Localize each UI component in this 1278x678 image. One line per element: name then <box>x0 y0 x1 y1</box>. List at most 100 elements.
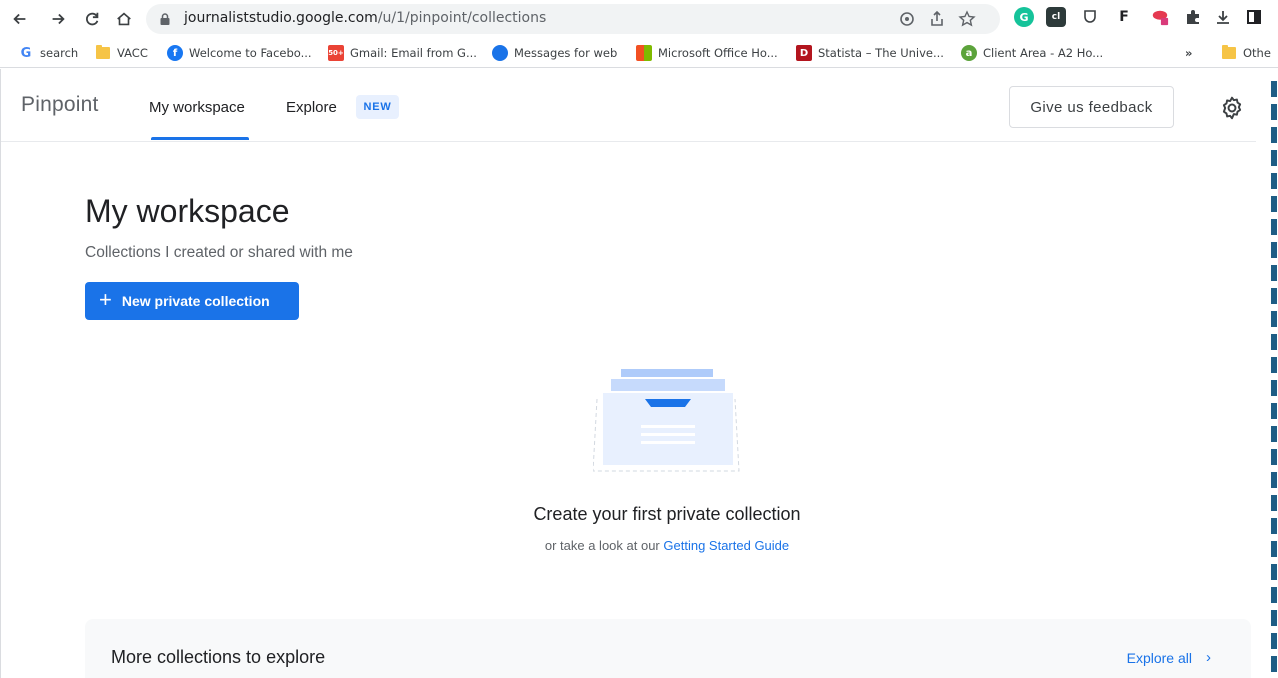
lock-icon <box>160 13 170 25</box>
edge-dash <box>1271 449 1277 465</box>
bookmarks-bar: G search VACC f Welcome to Facebo... 50+… <box>0 38 1278 68</box>
grammarly-extension[interactable]: G <box>1014 7 1034 27</box>
edge-dash <box>1271 81 1277 97</box>
messages-icon <box>492 45 508 61</box>
red-extension[interactable] <box>1150 7 1170 27</box>
bookmark-facebook[interactable]: f Welcome to Facebo... <box>167 44 312 62</box>
forward-button[interactable] <box>44 5 72 33</box>
new-badge: NEW <box>356 95 399 119</box>
edge-dash <box>1271 265 1277 281</box>
side-panel-icon <box>1247 10 1261 24</box>
a2-icon: a <box>961 45 977 61</box>
clearbit-icon: cl <box>1051 12 1061 22</box>
edge-dash <box>1271 633 1277 649</box>
explore-all-link[interactable]: Explore all › <box>1127 649 1211 666</box>
bookmark-label: VACC <box>117 46 148 60</box>
shield-icon <box>1084 10 1096 23</box>
edge-dash <box>1271 196 1277 212</box>
share-icon <box>931 10 943 26</box>
edge-dash <box>1271 127 1277 143</box>
bookmark-a2-hosting[interactable]: a Client Area - A2 Ho... <box>961 44 1103 62</box>
bookmark-label: Gmail: Email from G... <box>350 46 477 60</box>
bookmark-star-button[interactable] <box>958 10 976 28</box>
edge-dash <box>1271 403 1277 419</box>
bookmark-vacc[interactable]: VACC <box>95 44 148 62</box>
explore-collections-panel: More collections to explore Explore all … <box>85 619 1251 678</box>
side-panel-button[interactable] <box>1244 7 1264 27</box>
share-button[interactable] <box>928 10 946 28</box>
edge-dash <box>1271 219 1277 235</box>
bookmark-label: Messages for web <box>514 46 618 60</box>
edge-dash <box>1271 564 1277 580</box>
empty-state-title: Create your first private collection <box>533 504 801 524</box>
facebook-icon: f <box>167 45 183 61</box>
reload-icon <box>86 12 99 26</box>
arrow-right-icon <box>52 13 65 25</box>
folder-icon <box>95 45 111 61</box>
url-text: journaliststudio.google.com/u/1/pinpoint… <box>184 10 546 26</box>
lens-button[interactable] <box>898 10 916 28</box>
shield-extension[interactable] <box>1080 7 1100 27</box>
bookmark-statista[interactable]: D Statista – The Unive... <box>796 44 944 62</box>
home-button[interactable] <box>110 5 138 33</box>
clearbit-extension[interactable]: cl <box>1046 7 1066 27</box>
empty-archive-illustration <box>593 369 740 472</box>
star-icon <box>958 10 976 27</box>
download-icon <box>1217 11 1229 24</box>
edge-dash <box>1271 357 1277 373</box>
new-private-collection-button[interactable]: + New private collection <box>85 282 299 320</box>
bookmark-label: Statista – The Unive... <box>818 46 944 60</box>
bookmark-microsoft-office[interactable]: Microsoft Office Ho... <box>636 44 778 62</box>
active-tab-indicator <box>151 137 249 140</box>
edge-dash <box>1271 311 1277 327</box>
reload-button[interactable] <box>78 5 106 33</box>
new-collection-label: New private collection <box>121 293 270 309</box>
bookmark-messages[interactable]: Messages for web <box>492 44 617 62</box>
browser-toolbar: journaliststudio.google.com/u/1/pinpoint… <box>0 0 1278 38</box>
bookmark-label: Client Area - A2 Ho... <box>983 46 1104 60</box>
window-edge-strip <box>1256 69 1278 678</box>
overflow-label: » <box>1185 46 1193 60</box>
back-button[interactable] <box>6 5 34 33</box>
extensions-button[interactable] <box>1183 7 1203 27</box>
edge-dash <box>1271 656 1277 672</box>
edge-dash <box>1271 472 1277 488</box>
page-title: My workspace <box>85 193 290 229</box>
url-host: journaliststudio.google.com <box>184 10 378 26</box>
address-bar[interactable]: journaliststudio.google.com/u/1/pinpoint… <box>146 4 1000 34</box>
folder-icon <box>1221 45 1237 61</box>
microsoft-icon <box>636 45 652 61</box>
bookmark-gmail[interactable]: 50+ Gmail: Email from G... <box>328 44 477 62</box>
puzzle-icon <box>1187 10 1199 24</box>
edge-dash <box>1271 288 1277 304</box>
edge-dash <box>1271 104 1277 120</box>
bookmarks-overflow-button[interactable]: » <box>1185 44 1192 62</box>
other-bookmarks[interactable]: Othe <box>1221 44 1271 62</box>
edge-dash <box>1271 587 1277 603</box>
edge-dash <box>1271 242 1277 258</box>
bookmark-label: Welcome to Facebo... <box>189 46 312 60</box>
edge-dash <box>1271 426 1277 442</box>
page-subtitle: Collections I created or shared with me <box>85 244 353 261</box>
downloads-button[interactable] <box>1213 7 1233 27</box>
bookmark-label: search <box>40 46 79 60</box>
edge-dash <box>1271 380 1277 396</box>
explore-heading: More collections to explore <box>111 647 326 667</box>
tab-explore[interactable]: Explore <box>286 99 337 116</box>
chevron-right-icon: › <box>1206 649 1211 666</box>
settings-gear-icon[interactable] <box>1219 95 1245 121</box>
feedback-button[interactable]: Give us feedback <box>1009 86 1174 128</box>
f-extension[interactable]: F <box>1114 7 1134 27</box>
tab-my-workspace[interactable]: My workspace <box>149 99 245 116</box>
f-icon: F <box>1119 9 1129 25</box>
empty-state-subtitle: or take a look at our Getting Started Gu… <box>1 538 1256 553</box>
edge-dash <box>1271 334 1277 350</box>
google-icon: G <box>20 45 32 61</box>
bookmark-search[interactable]: G search <box>18 44 79 62</box>
gmail-icon: 50+ <box>328 45 344 61</box>
getting-started-link[interactable]: Getting Started Guide <box>663 538 789 553</box>
bookmark-label: Microsoft Office Ho... <box>658 46 778 60</box>
edge-dash <box>1271 610 1277 626</box>
gmail-badge: 50+ <box>328 49 344 57</box>
pinpoint-logo[interactable]: Pinpoint <box>21 93 99 117</box>
